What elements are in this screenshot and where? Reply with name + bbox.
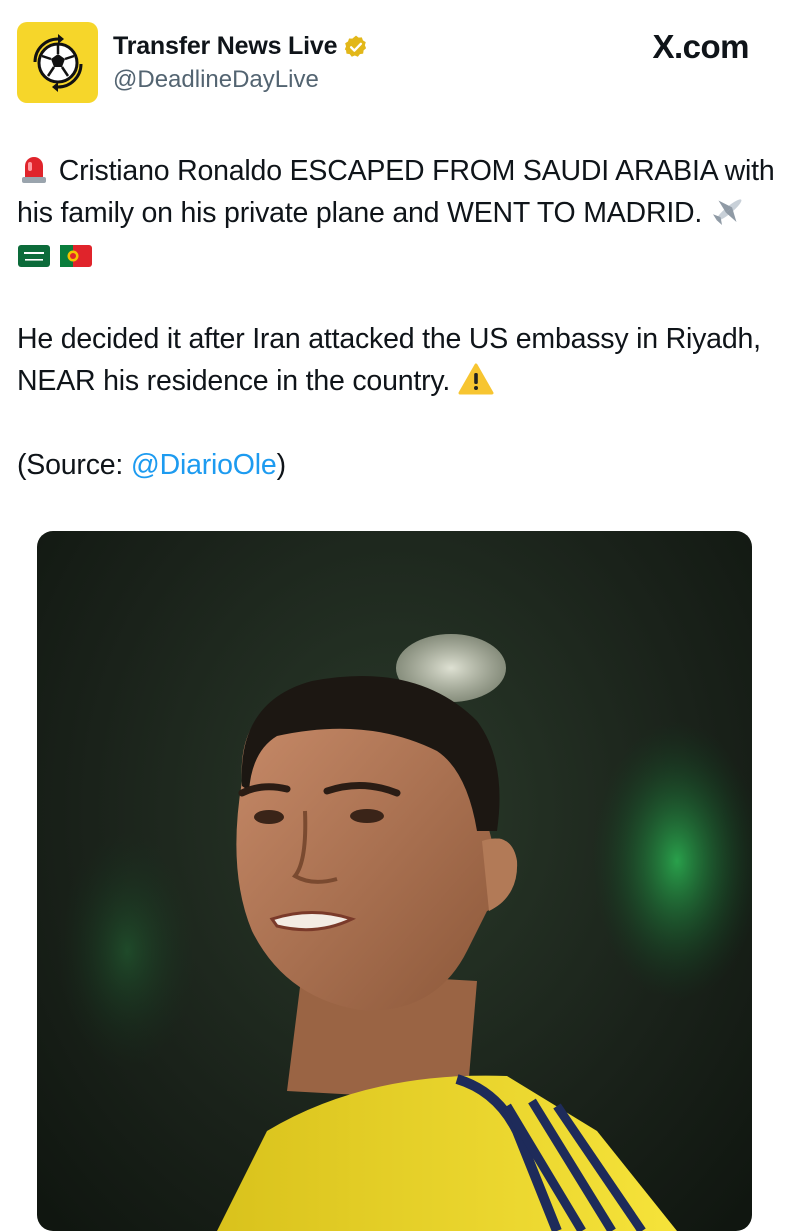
rotating-light-icon — [22, 157, 46, 183]
saudi-flag-icon — [18, 245, 50, 267]
airplane-icon — [712, 199, 742, 226]
tweet-paragraph-1: Cristiano Ronaldo ESCAPED FROM SAUDI ARA… — [17, 150, 777, 276]
name-row: Transfer News Live — [113, 32, 369, 61]
avatar[interactable] — [17, 22, 98, 103]
tweet-header: Transfer News Live @DeadlineDayLive X.co… — [0, 0, 789, 120]
verified-badge-icon — [345, 35, 367, 57]
source-suffix: ) — [276, 449, 287, 481]
tweet-line-1-text: Cristiano Ronaldo ESCAPED FROM SAUDI ARA… — [17, 155, 775, 229]
tweet-paragraph-2-text: He decided it after Iran attacked the US… — [17, 323, 761, 397]
warning-icon — [458, 363, 494, 395]
player-photo — [57, 634, 752, 1231]
portugal-flag-icon — [59, 245, 92, 267]
source-mention-link[interactable]: @DiarioOle — [131, 449, 277, 481]
tweet-source-line: (Source: @DiarioOle) — [17, 444, 777, 486]
bokeh-green-light — [592, 721, 752, 1001]
soccer-ball-icon — [33, 33, 82, 92]
tweet-paragraph-2: He decided it after Iran attacked the US… — [17, 318, 777, 402]
tweet-text: Cristiano Ronaldo ESCAPED FROM SAUDI ARA… — [17, 150, 777, 486]
display-name[interactable]: Transfer News Live — [113, 32, 337, 61]
tweet-media-photo[interactable] — [37, 531, 752, 1231]
yellow-jersey — [217, 1075, 677, 1231]
x-logo: X.com — [652, 28, 749, 65]
source-prefix: (Source: — [17, 449, 131, 481]
user-handle[interactable]: @DeadlineDayLive — [113, 66, 319, 94]
